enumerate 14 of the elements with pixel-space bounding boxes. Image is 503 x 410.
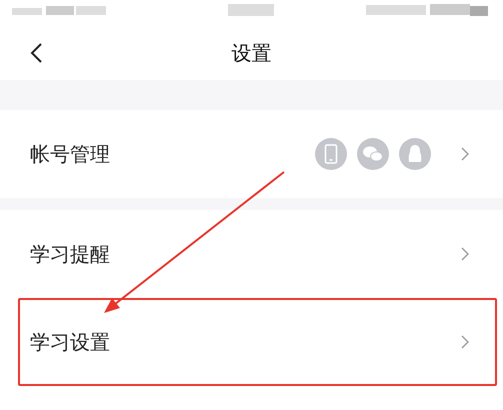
chat-bubbles-icon [357, 138, 389, 170]
penguin-icon [399, 138, 431, 170]
chevron-right-icon [461, 335, 469, 349]
chevron-right-icon [461, 247, 469, 261]
settings-row[interactable]: 帐号管理 [0, 110, 503, 198]
settings-row[interactable]: 学习提醒 [0, 210, 503, 298]
row-label: 学习提醒 [30, 240, 110, 268]
back-icon[interactable] [29, 42, 43, 64]
settings-row[interactable]: 学习设置 [0, 298, 503, 386]
chevron-right-icon [461, 147, 469, 161]
page-title: 设置 [232, 40, 272, 66]
row-label: 帐号管理 [30, 140, 110, 168]
row-label: 学习设置 [30, 328, 110, 356]
phone-icon [315, 138, 347, 170]
